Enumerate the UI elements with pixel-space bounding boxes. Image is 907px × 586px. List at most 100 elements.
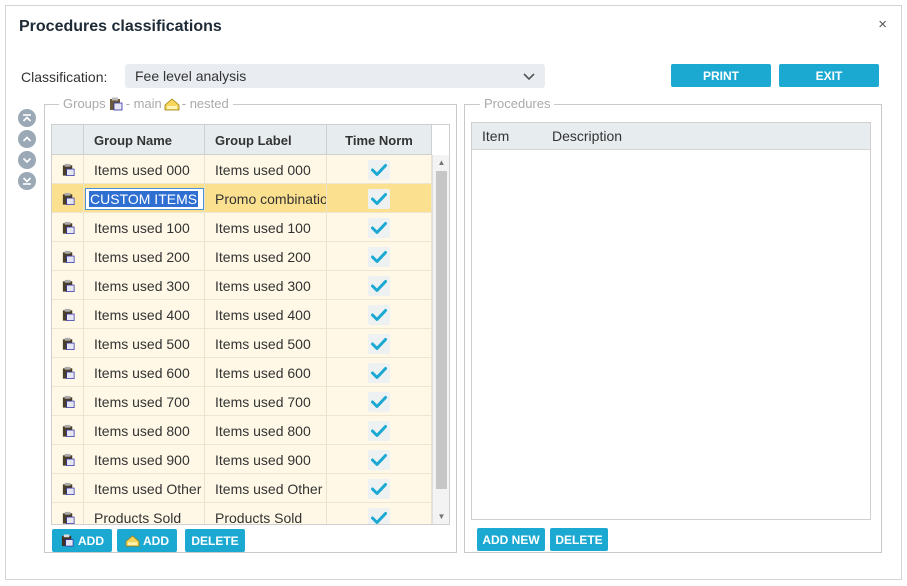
add-main-group-button[interactable]: ADD (52, 529, 112, 552)
group-label-cell[interactable]: Items used 400 (205, 300, 327, 329)
main-group-icon (52, 184, 84, 213)
check-icon[interactable] (368, 304, 390, 325)
main-group-icon (52, 300, 84, 329)
classification-label: Classification: (21, 69, 108, 85)
exit-button[interactable]: EXIT (779, 64, 879, 87)
scroll-down-icon[interactable]: ▼ (437, 512, 446, 521)
chevron-down-icon (523, 73, 535, 81)
add-nested-group-button[interactable]: ADD (117, 529, 177, 552)
group-name-edit-input[interactable]: CUSTOM ITEMS (84, 184, 205, 213)
item-header[interactable]: Item (472, 128, 552, 144)
check-icon[interactable] (368, 362, 390, 383)
table-row[interactable]: Items used 800 Items used 800 (52, 416, 432, 445)
table-row[interactable]: Items used Other Items used Other (52, 474, 432, 503)
nested-group-icon (125, 535, 140, 547)
group-label-cell[interactable]: Products Sold (205, 503, 327, 524)
procedures-grid-header: Item Description (472, 123, 870, 150)
scroll-up-icon[interactable]: ▲ (437, 158, 446, 167)
group-label-cell[interactable]: Items used 300 (205, 271, 327, 300)
check-icon[interactable] (368, 275, 390, 296)
main-group-icon (61, 534, 74, 547)
check-icon[interactable] (368, 188, 390, 209)
group-name-cell[interactable]: Items used 100 (84, 213, 205, 242)
groups-scrollbar[interactable]: ▲ ▼ (432, 155, 449, 524)
table-row[interactable]: Items used 300 Items used 300 (52, 271, 432, 300)
table-row[interactable]: Items used 200 Items used 200 (52, 242, 432, 271)
procedures-panel: Procedures Item Description ADD NEW DELE… (464, 96, 882, 553)
table-row[interactable]: Items used 900 Items used 900 (52, 445, 432, 474)
group-label-cell[interactable]: Items used 600 (205, 358, 327, 387)
group-name-header[interactable]: Group Name (84, 125, 205, 155)
check-icon[interactable] (368, 507, 390, 524)
classification-select[interactable]: Fee level analysis (125, 64, 545, 88)
add-nested-group-label: ADD (143, 533, 169, 548)
table-row[interactable]: Items used 500 Items used 500 (52, 329, 432, 358)
group-label-cell[interactable]: Items used 900 (205, 445, 327, 474)
group-name-cell[interactable]: Items used 500 (84, 329, 205, 358)
check-icon[interactable] (368, 449, 390, 470)
group-label-cell[interactable]: Items used Other (205, 474, 327, 503)
table-row[interactable]: Items used 000 Items used 000 (52, 155, 432, 184)
move-bottom-icon[interactable] (18, 172, 36, 190)
table-row[interactable]: Items used 100 Items used 100 (52, 213, 432, 242)
time-norm-cell (327, 474, 432, 503)
add-new-procedure-button[interactable]: ADD NEW (477, 528, 545, 551)
group-name-cell[interactable]: Items used 200 (84, 242, 205, 271)
time-norm-cell (327, 416, 432, 445)
group-name-cell[interactable]: Items used 900 (84, 445, 205, 474)
scroll-thumb[interactable] (436, 171, 447, 489)
group-label-cell[interactable]: Promo combination (205, 184, 327, 213)
main-group-icon (52, 416, 84, 445)
groups-grid: Group Name Group Label Time Norm Items u… (51, 124, 450, 525)
close-icon[interactable]: × (878, 16, 887, 33)
check-icon[interactable] (368, 478, 390, 499)
check-icon[interactable] (368, 217, 390, 238)
group-label-header[interactable]: Group Label (205, 125, 327, 155)
move-down-icon[interactable] (18, 151, 36, 169)
main-group-icon (52, 213, 84, 242)
time-norm-cell (327, 271, 432, 300)
group-label-cell[interactable]: Items used 800 (205, 416, 327, 445)
move-top-icon[interactable] (18, 109, 36, 127)
table-row[interactable]: Items used 400 Items used 400 (52, 300, 432, 329)
move-up-icon[interactable] (18, 130, 36, 148)
check-icon[interactable] (368, 159, 390, 180)
description-header[interactable]: Description (552, 128, 622, 144)
delete-group-button[interactable]: DELETE (185, 529, 245, 552)
table-row[interactable]: Products Sold Products Sold (52, 503, 432, 524)
table-row[interactable]: Items used 700 Items used 700 (52, 387, 432, 416)
group-name-cell[interactable]: Items used 400 (84, 300, 205, 329)
group-name-cell[interactable]: Items used 700 (84, 387, 205, 416)
check-icon[interactable] (368, 391, 390, 412)
check-icon[interactable] (368, 246, 390, 267)
group-label-cell[interactable]: Items used 700 (205, 387, 327, 416)
group-label-cell[interactable]: Items used 200 (205, 242, 327, 271)
group-name-cell[interactable]: Products Sold (84, 503, 205, 524)
check-icon[interactable] (368, 333, 390, 354)
groups-legend: Groups - main - nested (59, 96, 233, 111)
group-name-cell[interactable]: Items used 600 (84, 358, 205, 387)
delete-procedure-button[interactable]: DELETE (550, 528, 608, 551)
group-name-cell[interactable]: Items used 300 (84, 271, 205, 300)
group-label-cell[interactable]: Items used 000 (205, 155, 327, 184)
groups-rows: Items used 000 Items used 000 CUSTOM ITEMS… (52, 155, 432, 524)
print-button[interactable]: PRINT (671, 64, 771, 87)
group-name-cell[interactable]: Items used 000 (84, 155, 205, 184)
check-icon[interactable] (368, 420, 390, 441)
group-name-cell[interactable]: Items used Other (84, 474, 205, 503)
add-main-group-label: ADD (78, 533, 104, 548)
main-group-icon (52, 474, 84, 503)
group-label-cell[interactable]: Items used 500 (205, 329, 327, 358)
table-row[interactable]: Items used 600 Items used 600 (52, 358, 432, 387)
table-row[interactable]: CUSTOM ITEMS Promo combination (52, 184, 432, 213)
main-group-icon (52, 503, 84, 524)
main-group-icon (52, 445, 84, 474)
nested-group-icon (164, 97, 180, 110)
group-name-cell[interactable]: Items used 800 (84, 416, 205, 445)
groups-legend-main: - main (125, 96, 162, 111)
group-label-cell[interactable]: Items used 100 (205, 213, 327, 242)
time-norm-cell (327, 329, 432, 358)
time-norm-cell (327, 155, 432, 184)
time-norm-header[interactable]: Time Norm (327, 125, 432, 155)
main-group-icon (52, 387, 84, 416)
